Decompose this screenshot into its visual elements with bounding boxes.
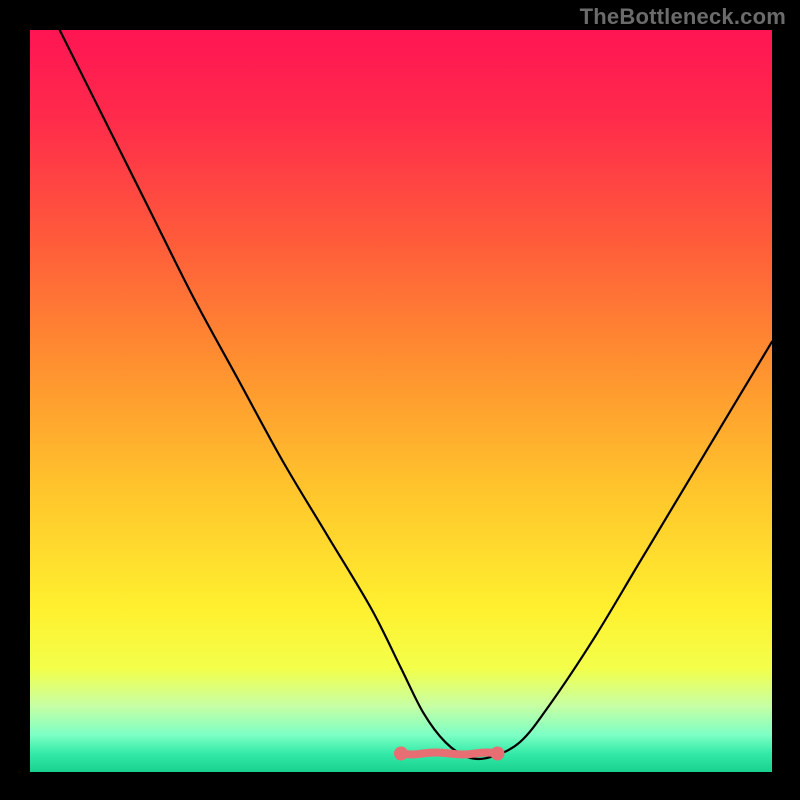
- gradient-background: [30, 30, 772, 772]
- plot-svg: [30, 30, 772, 772]
- trough-right-dot-icon: [490, 746, 504, 760]
- figure-root: TheBottleneck.com: [0, 0, 800, 800]
- source-watermark: TheBottleneck.com: [580, 4, 786, 30]
- plot-area: [30, 30, 772, 772]
- trough-left-dot-icon: [394, 746, 408, 760]
